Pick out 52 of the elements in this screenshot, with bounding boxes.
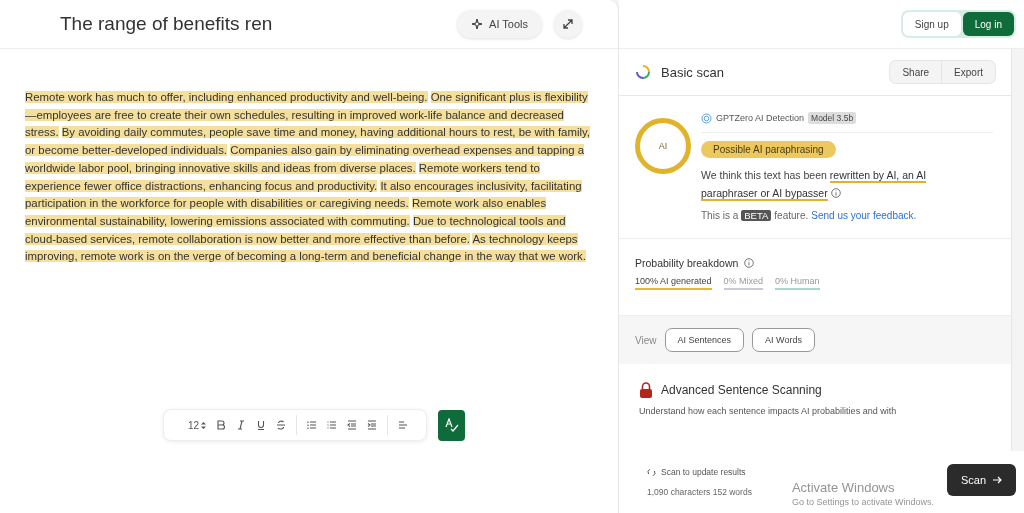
view-button[interactable]: AI Words [752, 328, 815, 352]
advanced-title: Advanced Sentence Scanning [661, 383, 822, 397]
feedback-link[interactable]: Send us your feedback. [811, 210, 917, 221]
ai-tools-button[interactable]: AI Tools [457, 10, 542, 38]
info-icon[interactable] [744, 258, 755, 268]
bullet-list-icon[interactable] [327, 420, 338, 430]
log-in-button[interactable]: Log in [962, 12, 1014, 36]
font-size-selector[interactable]: 12 [187, 419, 207, 431]
strikethrough-icon[interactable] [276, 420, 287, 430]
spellcheck-button[interactable] [438, 409, 466, 441]
sparkle-icon [471, 18, 484, 30]
model-badge: Model 3.5b [808, 112, 857, 124]
scan-button[interactable]: Scan [946, 464, 1016, 496]
bold-icon[interactable] [216, 420, 227, 430]
export-button[interactable]: Export [941, 61, 995, 83]
spellcheck-icon [444, 418, 459, 432]
scan-title: Basic scan [661, 64, 725, 80]
sign-up-button[interactable]: Sign up [902, 12, 961, 36]
advanced-description: Understand how each sentence impacts AI probabilities and with [639, 406, 898, 416]
document-title: The range of benefits ren [60, 13, 274, 35]
ai-score-gauge: AI [635, 118, 691, 174]
info-icon[interactable] [830, 188, 841, 198]
view-button[interactable]: AI Sentences [664, 328, 745, 352]
indent-icon[interactable] [367, 420, 378, 430]
update-hint: Scan to update results [661, 467, 746, 477]
beta-note: This is a [701, 210, 739, 221]
probability-tab[interactable]: 100% AI generated [635, 276, 712, 290]
share-button[interactable]: Share [890, 61, 942, 83]
view-label: View [635, 334, 657, 346]
activation-notice-title: Activate Windows [791, 480, 896, 495]
numbered-list-icon[interactable] [307, 420, 318, 430]
align-left-icon[interactable] [398, 420, 409, 430]
expand-icon [561, 17, 575, 31]
stepper-icon [201, 420, 207, 430]
detector-name: GPTZero AI Detection [716, 113, 805, 123]
italic-icon[interactable] [236, 420, 247, 430]
verdict-explanation: We think this text has been rewritten by AI, an AI paraphraser or AI bypasser [701, 168, 928, 202]
detector-logo-icon [701, 112, 712, 124]
document-text: Remote work has much to offer, including enhanced productivity and well-being. One significant plus is flexibility—employees are free to create their own schedules, resulting in improved work-life balance and decreased stress. By avoiding daily commutes, people save time and money, having additional hours to rest, be with family, or become better-developed individuals. Companies also gain by eliminating overhead expenses and tapping a worldwide labor pool, bringing innovative skills and ideas from diverse places. Remote workers tend to experience fewer office distractions, enhancing focus and productivity. It also encourages inclusivity, facilitating participation in the workforce for people with disabilities or caregiving needs. Remote work also enables environmental sustainability, lowering emissions associated with commuting. Due to technological tools and cloud-based services, remote collaboration is now better and more effective than before. As technology keeps improving, remote work is on the verge of becoming a long-term and beneficial change in the way that we work. [25, 90, 591, 265]
loading-ring-icon [635, 64, 651, 80]
lock-icon [639, 382, 653, 398]
expand-button[interactable] [554, 10, 582, 38]
breakdown-title: Probability breakdown [635, 257, 739, 269]
beta-note-end: feature. [774, 210, 809, 221]
verdict-badge: Possible AI paraphrasing [701, 141, 836, 158]
underline-icon[interactable] [256, 420, 267, 430]
activation-notice-text: Go to Settings to activate Windows. [791, 497, 934, 507]
beta-badge: BETA [741, 210, 772, 221]
refresh-icon [647, 467, 656, 477]
outdent-icon[interactable] [347, 420, 358, 430]
text-counts: 1,090 characters 152 words [647, 487, 752, 497]
arrow-right-icon [992, 475, 1002, 485]
